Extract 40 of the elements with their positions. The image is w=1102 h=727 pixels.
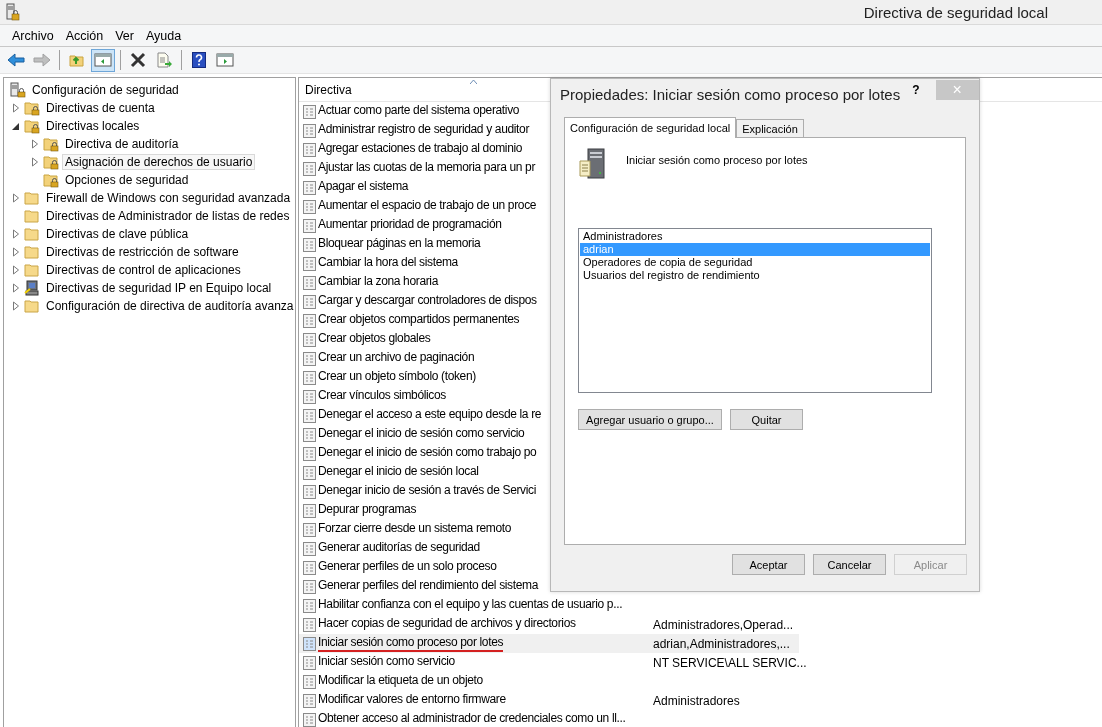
- policy-name: Hacer copias de seguridad de archivos y directorios: [318, 616, 576, 632]
- policy-name: Crear vínculos simbólicos: [318, 388, 446, 404]
- policy-name: Cambiar la zona horaria: [318, 274, 438, 290]
- policy-name: Obtener acceso al administrador de credenciales como un ll...: [318, 711, 626, 727]
- policy-name: Administrar registro de seguridad y auditor: [318, 122, 530, 138]
- security-setting: NT SERVICE\ALL SERVIC...: [653, 655, 807, 670]
- policy-name: Denegar inicio de sesión a través de Servici: [318, 483, 537, 499]
- policy-name: Generar perfiles de un solo proceso: [318, 559, 497, 575]
- dialog-title: Propiedades: Iniciar sesión como proceso por lotes: [560, 85, 901, 103]
- policy-name: Denegar el inicio de sesión local: [318, 464, 479, 480]
- policy-name: Cargar y descargar controladores de dispos: [318, 293, 537, 309]
- policy-name: Crear objetos globales: [318, 331, 431, 347]
- policy-name: Ajustar las cuotas de la memoria para un pr: [318, 160, 536, 176]
- policy-name: Aumentar el espacio de trabajo de un proce: [318, 198, 537, 214]
- policy-name: Apagar el sistema: [318, 179, 409, 195]
- policy-name: Crear un archivo de paginación: [318, 350, 475, 366]
- policy-name: Denegar el inicio de sesión como trabajo po: [318, 445, 537, 461]
- policy-name: Agregar estaciones de trabajo al dominio: [318, 141, 523, 157]
- policy-name: Actuar como parte del sistema operativo: [318, 103, 520, 119]
- policy-name: Crear un objeto símbolo (token): [318, 369, 476, 385]
- policy-name: Cambiar la hora del sistema: [318, 255, 458, 271]
- security-setting: Administradores: [653, 693, 740, 708]
- policy-name: Iniciar sesión como servicio: [318, 654, 455, 670]
- policy-name: Habilitar confianza con el equipo y las cuentas de usuario p...: [318, 597, 623, 613]
- policy-name: Iniciar sesión como proceso por lotes: [318, 635, 504, 652]
- security-setting: Administradores,Operad...: [653, 617, 794, 632]
- policy-name: Denegar el acceso a este equipo desde la re: [318, 407, 542, 423]
- policy-name: Aumentar prioridad de programación: [318, 217, 502, 233]
- policy-name: Generar auditorías de seguridad: [318, 540, 480, 556]
- policy-name: Generar perfiles del rendimiento del sistema: [318, 578, 539, 594]
- policy-name: Depurar programas: [318, 502, 417, 518]
- policy-name: Bloquear páginas en la memoria: [318, 236, 481, 252]
- policy-name: Crear objetos compartidos permanentes: [318, 312, 520, 328]
- policy-name: Modificar valores de entorno firmware: [318, 692, 506, 708]
- policy-description: Iniciar sesión como proceso por lotes: [626, 154, 808, 166]
- policy-name: Forzar cierre desde un sistema remoto: [318, 521, 512, 537]
- policy-name: Modificar la etiqueta de un objeto: [318, 673, 483, 689]
- policy-name: Denegar el inicio de sesión como servicio: [318, 426, 525, 442]
- window-title: Directiva de seguridad local: [863, 3, 1048, 21]
- security-setting: adrian,Administradores,...: [653, 636, 790, 651]
